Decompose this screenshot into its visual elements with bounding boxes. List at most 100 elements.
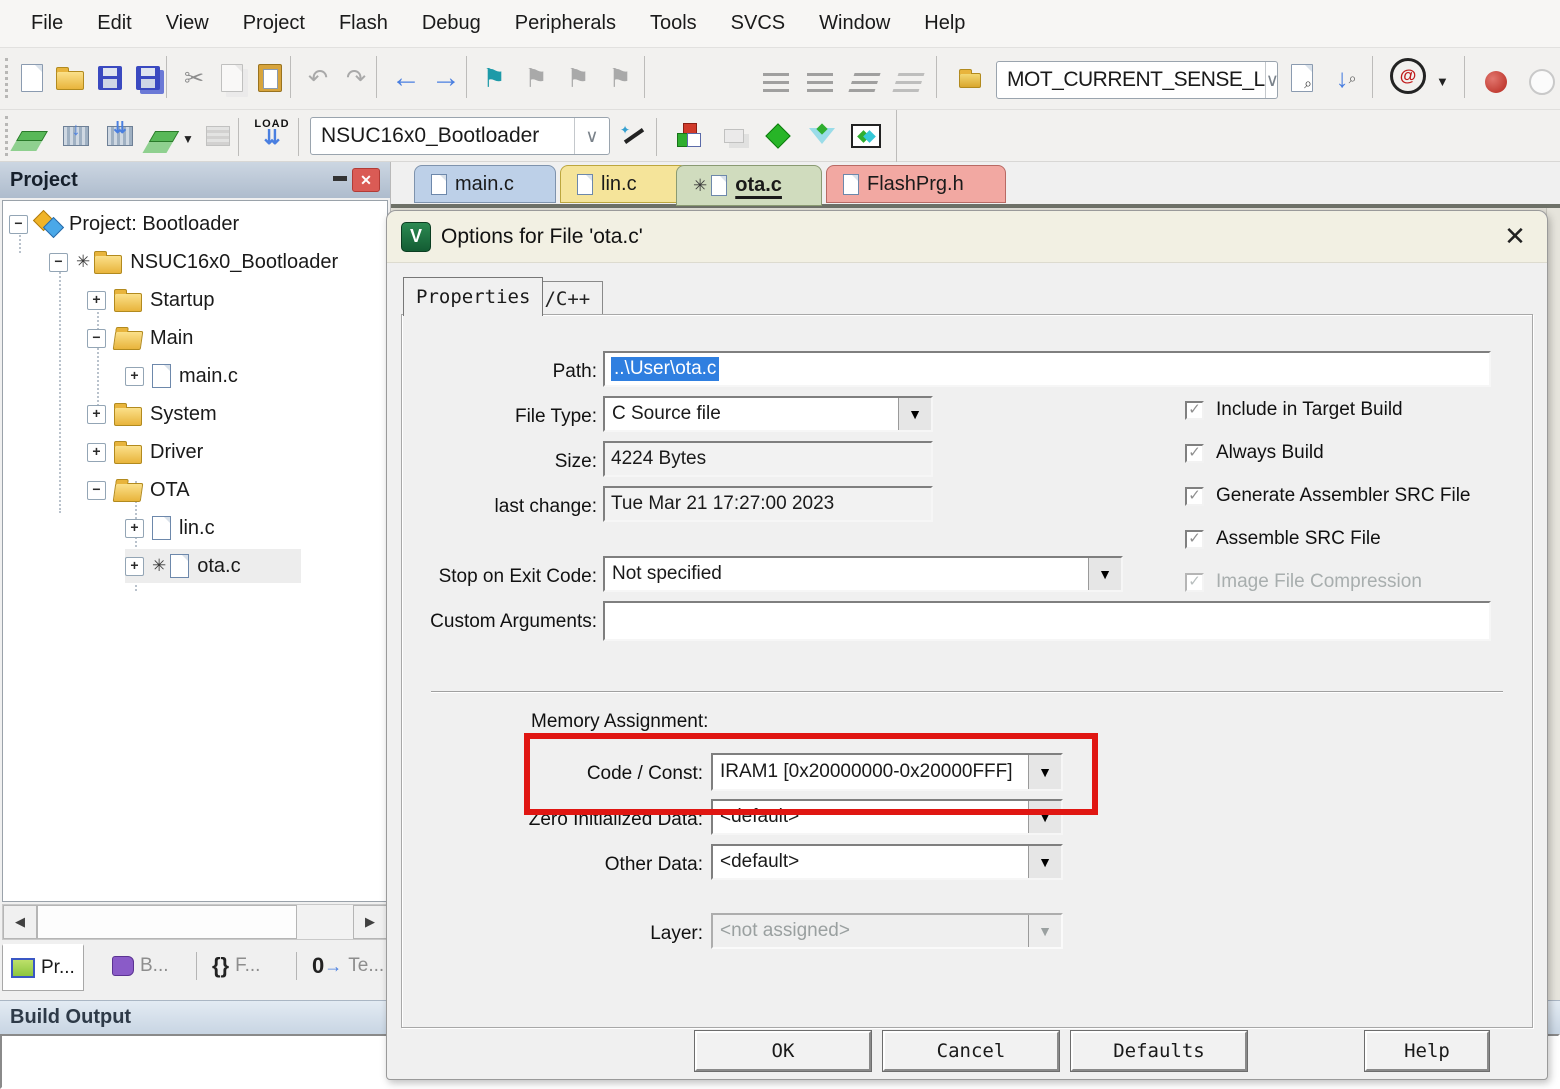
rebuild-all-icon[interactable]: ⇊ [102, 118, 138, 154]
scroll-left-icon[interactable]: ◀ [3, 905, 37, 939]
menu-debug[interactable]: Debug [405, 0, 498, 47]
tree-row-lin-c[interactable]: + lin.c [125, 511, 215, 545]
expand-icon[interactable]: + [125, 519, 144, 538]
menu-tools[interactable]: Tools [633, 0, 714, 47]
dialog-tab-properties[interactable]: Properties [403, 277, 543, 316]
tree-row-startup[interactable]: + Startup [87, 283, 214, 317]
checkbox-always-build[interactable]: ✓ Always Build [1185, 442, 1324, 464]
path-input[interactable]: ..\User\ota.c [603, 351, 1491, 387]
toolbar-grip2[interactable] [5, 116, 11, 156]
open-file-icon[interactable] [52, 60, 88, 96]
expand-icon[interactable]: + [87, 443, 106, 462]
indent-left-icon[interactable] [802, 66, 838, 102]
zero-init-combobox[interactable]: <default> ▼ [711, 799, 1063, 835]
menu-project[interactable]: Project [226, 0, 322, 47]
navigate-forward-icon[interactable]: → [428, 60, 464, 96]
target-select-combobox[interactable]: NSUC16x0_Bootloader ∨ [310, 117, 610, 155]
other-data-combobox[interactable]: <default> ▼ [711, 844, 1063, 880]
defaults-button[interactable]: Defaults [1071, 1031, 1247, 1071]
tree-row-driver[interactable]: + Driver [87, 435, 203, 469]
copy-icon[interactable] [214, 60, 250, 96]
breakpoint-disabled-icon[interactable] [1524, 64, 1560, 100]
bookmark-clear-icon[interactable]: ⚑ [602, 60, 638, 96]
batch-build-caret-icon[interactable]: ▼ [182, 132, 194, 146]
redo-icon[interactable]: ↷ [338, 60, 374, 96]
expand-icon[interactable]: + [125, 367, 144, 386]
dropdown-arrow-icon[interactable]: ▼ [898, 398, 931, 430]
save-icon[interactable] [92, 60, 128, 96]
indent-right-icon[interactable] [758, 66, 794, 102]
bookmark-next-icon[interactable]: ⚑ [560, 60, 596, 96]
cut-icon[interactable]: ✂ [176, 60, 212, 96]
collapse-icon[interactable]: − [9, 215, 28, 234]
pack-installer-icon[interactable] [848, 118, 884, 154]
new-file-icon[interactable] [14, 60, 50, 96]
close-panel-icon[interactable]: ✕ [352, 168, 380, 192]
bottom-tab-project[interactable]: Pr... [2, 944, 84, 991]
select-packs-funnel-icon[interactable] [804, 118, 840, 154]
tree-row-ota-c-selected[interactable]: + ✳ ota.c [125, 549, 301, 583]
menu-window[interactable]: Window [802, 0, 907, 47]
checkbox-icon[interactable]: ✓ [1185, 530, 1204, 549]
menu-peripherals[interactable]: Peripherals [498, 0, 633, 47]
incremental-find-icon[interactable]: ↓⌕ [1328, 60, 1364, 96]
tree-row-system[interactable]: + System [87, 397, 217, 431]
collapse-icon[interactable]: − [49, 253, 68, 272]
checkbox-icon[interactable]: ✓ [1185, 444, 1204, 463]
expand-icon[interactable]: + [125, 557, 144, 576]
custom-arguments-input[interactable] [603, 601, 1491, 641]
tree-row-main-group[interactable]: − Main [87, 321, 193, 355]
quick-search-icon[interactable]: @ [1390, 58, 1426, 94]
scroll-right-icon[interactable]: ▶ [353, 905, 387, 939]
save-all-icon[interactable] [130, 60, 166, 96]
close-icon[interactable]: ✕ [1497, 221, 1533, 252]
bookmark-prev-icon[interactable]: ⚑ [518, 60, 554, 96]
bottom-tab-templates[interactable]: 0 → Te... [304, 944, 392, 988]
tree-row-project-root[interactable]: − Project: Bootloader [9, 207, 239, 241]
checkbox-icon[interactable]: ✓ [1185, 487, 1204, 506]
collapse-icon[interactable]: − [87, 329, 106, 348]
menu-file[interactable]: File [14, 0, 80, 47]
dropdown-arrow-icon[interactable]: ▼ [1028, 846, 1061, 878]
uncomment-icon[interactable] [890, 66, 926, 102]
batch-build-icon[interactable] [146, 118, 182, 154]
menu-flash[interactable]: Flash [322, 0, 405, 47]
expand-icon[interactable]: + [87, 291, 106, 310]
tab-lin-c[interactable]: lin.c [560, 165, 688, 203]
target-options-wand-icon[interactable]: ✦ [616, 118, 652, 154]
find-in-files-icon[interactable] [952, 60, 988, 96]
menu-help[interactable]: Help [907, 0, 982, 47]
quick-search-caret-icon[interactable]: ▼ [1436, 74, 1449, 89]
paste-icon[interactable] [252, 60, 288, 96]
chevron-down-icon[interactable]: ∨ [574, 118, 609, 154]
checkbox-include-in-target-build[interactable]: ✓ Include in Target Build [1185, 399, 1403, 421]
scroll-thumb[interactable] [37, 905, 297, 939]
checkbox-generate-assembler-src[interactable]: ✓ Generate Assembler SRC File [1185, 485, 1471, 507]
bookmark-toggle-icon[interactable]: ⚑ [476, 60, 512, 96]
software-packs-icon[interactable] [760, 118, 796, 154]
tab-main-c[interactable]: main.c [414, 165, 556, 203]
expand-icon[interactable]: + [87, 405, 106, 424]
undo-icon[interactable]: ↶ [300, 60, 336, 96]
menu-svcs[interactable]: SVCS [714, 0, 802, 47]
tree-row-ota-group[interactable]: − OTA [87, 473, 190, 507]
dropdown-arrow-icon[interactable]: ▼ [1088, 558, 1121, 590]
collapse-icon[interactable]: − [87, 481, 106, 500]
chevron-down-icon[interactable]: ∨ [1265, 62, 1279, 98]
stop-on-exit-combobox[interactable]: Not specified ▼ [603, 556, 1123, 592]
code-const-combobox[interactable]: IRAM1 [0x20000000-0x20000FFF] ▼ [711, 753, 1063, 791]
ok-button[interactable]: OK [695, 1031, 871, 1071]
search-target-combobox[interactable]: MOT_CURRENT_SENSE_L ∨ [996, 61, 1278, 99]
toolbar-grip[interactable] [5, 58, 11, 98]
tree-row-target[interactable]: − ✳ NSUC16x0_Bootloader [49, 245, 338, 279]
help-button[interactable]: Help [1365, 1031, 1489, 1071]
project-horizontal-scrollbar[interactable]: ◀ ▶ [2, 904, 388, 940]
menu-view[interactable]: View [149, 0, 226, 47]
dialog-title-bar[interactable]: V Options for File 'ota.c' ✕ [387, 211, 1547, 263]
build-icon[interactable]: ↓ [58, 118, 94, 154]
find-in-document-icon[interactable]: ⌕ [1284, 60, 1320, 96]
bottom-tab-books[interactable]: B... [104, 944, 177, 988]
navigate-back-icon[interactable]: ← [388, 60, 424, 96]
checkbox-assemble-src-file[interactable]: ✓ Assemble SRC File [1185, 528, 1381, 550]
tab-ota-c-active[interactable]: ✳ ota.c [676, 165, 822, 206]
